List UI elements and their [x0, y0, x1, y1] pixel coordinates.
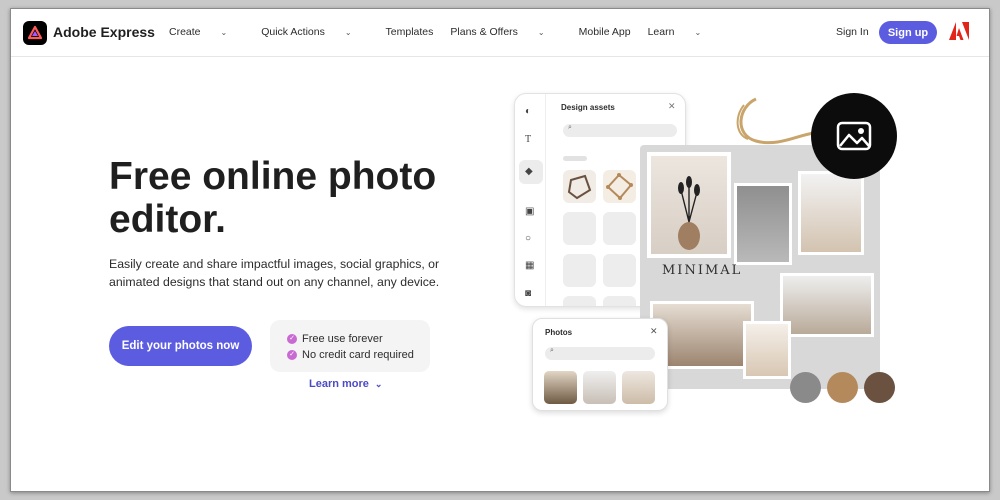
benefit-item: ✓ Free use forever — [287, 331, 430, 347]
check-icon: ✓ — [287, 350, 297, 360]
image-upload-button[interactable] — [811, 93, 897, 179]
check-icon: ✓ — [287, 334, 297, 344]
asset-tile[interactable] — [563, 212, 596, 245]
brand-icon[interactable]: ◙ — [525, 288, 531, 299]
adobe-logo-icon[interactable] — [949, 22, 969, 45]
asset-tile[interactable] — [563, 296, 596, 306]
sign-up-button[interactable]: Sign up — [879, 21, 937, 44]
moodboard-canvas[interactable]: MINIMAL — [640, 145, 880, 389]
close-icon[interactable]: ✕ — [668, 101, 676, 112]
chair-photo[interactable] — [734, 183, 792, 265]
desk-photo[interactable] — [798, 171, 864, 255]
polygon-frame-icon — [567, 174, 592, 200]
image-icon[interactable]: ▣ — [525, 206, 534, 217]
menu-item-mobile-app[interactable]: Mobile App — [579, 26, 631, 38]
double-chevron-down-icon: ⌄ — [374, 379, 383, 389]
board-title-text: MINIMAL — [662, 263, 743, 278]
shelf-photo[interactable] — [743, 321, 791, 379]
asset-tile[interactable] — [563, 170, 596, 203]
grid-icon[interactable]: ▦ — [525, 260, 534, 271]
image-icon — [836, 121, 872, 151]
shapes-icon[interactable]: ◆ — [525, 166, 533, 177]
edit-photos-button[interactable]: Edit your photos now — [109, 326, 252, 366]
dining-photo[interactable] — [780, 273, 874, 337]
main-menu: Create ⌄ Quick Actions ⌄ Templates Plans &… — [169, 26, 735, 38]
color-swatch-tan[interactable] — [827, 372, 858, 403]
section-label-placeholder — [563, 156, 587, 161]
photos-search-input[interactable]: ⌕ — [545, 347, 655, 360]
circle-icon[interactable]: ○ — [525, 233, 531, 244]
menu-item-learn[interactable]: Learn ⌄ — [648, 26, 719, 38]
color-swatch-brown[interactable] — [864, 372, 895, 403]
palette-icon[interactable]: ◐ — [525, 106, 531, 117]
tool-rail: ◐ T ◆ ▣ ○ ▦ ◙ — [515, 94, 546, 306]
asset-tile[interactable] — [603, 212, 636, 245]
assets-search-input[interactable]: ⌕ — [563, 124, 677, 137]
asset-tile[interactable] — [603, 254, 636, 287]
color-swatch-gray[interactable] — [790, 372, 821, 403]
close-icon[interactable]: ✕ — [650, 326, 658, 337]
menu-item-create[interactable]: Create ⌄ — [169, 26, 244, 38]
photo-thumbnail[interactable] — [622, 371, 655, 404]
top-nav: Adobe Express Create ⌄ Quick Actions ⌄ Tem… — [11, 9, 989, 57]
benefit-item: ✓ No credit card required — [287, 347, 430, 363]
photo-thumbnail[interactable] — [544, 371, 577, 404]
menu-item-quick-actions[interactable]: Quick Actions ⌄ — [261, 26, 368, 38]
gold-swirl-decoration — [736, 97, 815, 145]
text-tool-icon[interactable]: T — [525, 134, 531, 145]
asset-tile[interactable] — [603, 296, 636, 306]
learn-more-link[interactable]: Learn more ⌄ — [309, 378, 382, 390]
photo-thumbnail[interactable] — [583, 371, 616, 404]
chevron-down-icon: ⌄ — [694, 28, 702, 37]
chevron-down-icon: ⌄ — [344, 28, 352, 37]
diamond-frame-icon — [606, 173, 633, 200]
brand-name[interactable]: Adobe Express — [53, 24, 155, 40]
chevron-down-icon: ⌄ — [220, 28, 228, 37]
sign-in-link[interactable]: Sign In — [836, 26, 869, 38]
vase-photo[interactable] — [647, 152, 731, 258]
chevron-down-icon: ⌄ — [537, 28, 545, 37]
asset-tile[interactable] — [603, 170, 636, 203]
menu-item-plans-offers[interactable]: Plans & Offers ⌄ — [450, 26, 561, 38]
assets-panel-title: Design assets — [561, 103, 615, 112]
page-title: Free online photo editor. — [109, 155, 437, 241]
photos-panel: Photos ✕ ⌕ — [532, 318, 668, 411]
hero-description: Easily create and share impactful images… — [109, 257, 440, 289]
adobe-express-logo-icon[interactable] — [23, 21, 47, 45]
search-icon: ⌕ — [550, 347, 554, 354]
asset-tile[interactable] — [563, 254, 596, 287]
photos-panel-title: Photos — [545, 328, 573, 337]
search-icon: ⌕ — [568, 124, 572, 131]
browser-page: Adobe Express Create ⌄ Quick Actions ⌄ Tem… — [10, 8, 990, 492]
menu-item-templates[interactable]: Templates — [386, 26, 434, 38]
benefits-box: ✓ Free use forever ✓ No credit card requir… — [270, 320, 430, 372]
